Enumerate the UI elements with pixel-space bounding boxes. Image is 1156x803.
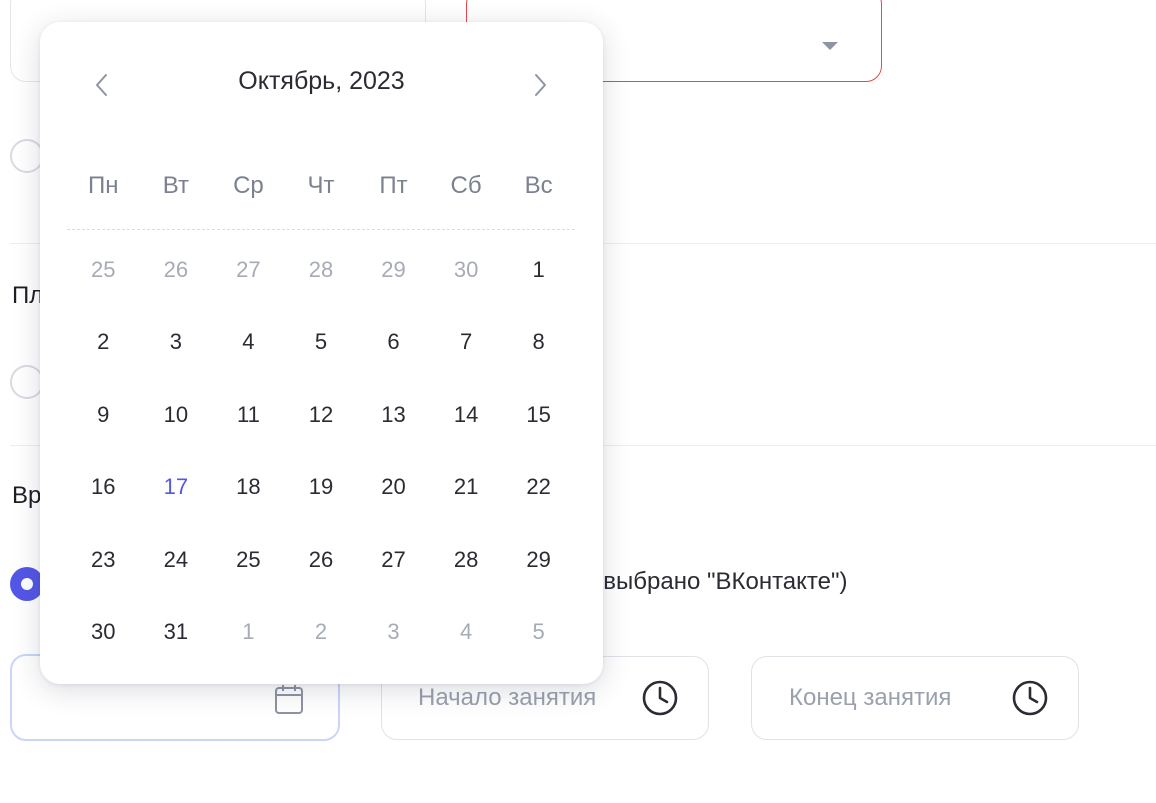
calendar-week: 23 24 25 26 27 28 29: [67, 540, 575, 612]
calendar-week: 25 26 27 28 29 30 1: [67, 250, 575, 322]
calendar-week: 9 10 11 12 13 14 15: [67, 395, 575, 467]
calendar-day[interactable]: 23: [67, 540, 140, 612]
calendar-month-title: Октябрь, 2023: [238, 67, 405, 95]
calendar-day[interactable]: 28: [430, 540, 503, 612]
calendar-day[interactable]: 26: [285, 540, 358, 612]
calendar-day[interactable]: 1: [502, 250, 575, 322]
calendar-day-outside[interactable]: 25: [67, 250, 140, 322]
weekday-label: Ср: [233, 172, 264, 199]
calendar-icon[interactable]: [274, 683, 304, 715]
calendar-day[interactable]: 5: [285, 322, 358, 394]
weekday-label: Пн: [88, 172, 119, 199]
calendar-day[interactable]: 12: [285, 395, 358, 467]
calendar-day[interactable]: 7: [430, 322, 503, 394]
start-time-placeholder: Начало занятия: [418, 684, 597, 711]
calendar-day-outside[interactable]: 4: [430, 612, 503, 684]
weekday-header: Пн Вт Ср Чт Пт Сб Вс: [67, 172, 575, 200]
weekday-label: Чт: [307, 172, 335, 199]
calendar-days-grid: 25 26 27 28 29 30 1 2 3 4 5 6 7 8 9 10 1…: [67, 250, 575, 684]
weekday-label: Вт: [162, 172, 189, 199]
calendar-day[interactable]: 4: [212, 322, 285, 394]
calendar-day[interactable]: 8: [502, 322, 575, 394]
calendar-day[interactable]: 19: [285, 467, 358, 539]
calendar-day[interactable]: 10: [140, 395, 213, 467]
calendar-day[interactable]: 9: [67, 395, 140, 467]
calendar-day[interactable]: 16: [67, 467, 140, 539]
weekday-label: Вс: [524, 172, 553, 199]
calendar-day-outside[interactable]: 1: [212, 612, 285, 684]
next-month-button[interactable]: [525, 70, 555, 100]
calendar-day[interactable]: 15: [502, 395, 575, 467]
clock-icon: [1012, 680, 1048, 716]
calendar-week: 2 3 4 5 6 7 8: [67, 322, 575, 394]
calendar-day[interactable]: 27: [357, 540, 430, 612]
calendar-day[interactable]: 22: [502, 467, 575, 539]
radio-option-1[interactable]: [10, 139, 44, 173]
calendar-day[interactable]: 29: [502, 540, 575, 612]
calendar-day[interactable]: 14: [430, 395, 503, 467]
calendar-day-outside[interactable]: 28: [285, 250, 358, 322]
calendar-day-outside[interactable]: 5: [502, 612, 575, 684]
chevron-right-icon: [535, 74, 546, 96]
calendar-day[interactable]: 20: [357, 467, 430, 539]
end-time-placeholder: Конец занятия: [789, 684, 952, 711]
weekday-label: Пт: [379, 172, 408, 199]
calendar-week: 30 31 1 2 3 4 5: [67, 612, 575, 684]
calendar-day[interactable]: 3: [140, 322, 213, 394]
calendar-week: 16 17 18 19 20 21 22: [67, 467, 575, 539]
clock-icon: [642, 680, 678, 716]
calendar-day[interactable]: 2: [67, 322, 140, 394]
section-platform-label: Пл: [12, 282, 44, 309]
calendar-day[interactable]: 21: [430, 467, 503, 539]
weekday-divider: [67, 229, 575, 230]
lesson-form-page: Пл Вр сли платформой выбрано "ВКонтакте"…: [0, 0, 1156, 803]
calendar-day[interactable]: 24: [140, 540, 213, 612]
calendar-day-outside[interactable]: 3: [357, 612, 430, 684]
calendar-day[interactable]: 31: [140, 612, 213, 684]
calendar-day-outside[interactable]: 29: [357, 250, 430, 322]
calendar-day[interactable]: 13: [357, 395, 430, 467]
calendar-day[interactable]: 11: [212, 395, 285, 467]
calendar-day[interactable]: 18: [212, 467, 285, 539]
calendar-day-outside[interactable]: 26: [140, 250, 213, 322]
date-picker-popup: Октябрь, 2023 Пн Вт Ср Чт Пт Сб Вс 25 26…: [40, 22, 603, 684]
end-time-field[interactable]: Конец занятия: [751, 656, 1079, 740]
calendar-day-outside[interactable]: 30: [430, 250, 503, 322]
radio-selected[interactable]: [10, 567, 44, 601]
calendar-day-today[interactable]: 17: [140, 467, 213, 539]
calendar-day[interactable]: 6: [357, 322, 430, 394]
radio-platform-option[interactable]: [10, 365, 44, 399]
calendar-day-outside[interactable]: 27: [212, 250, 285, 322]
caret-down-icon[interactable]: [822, 42, 838, 50]
calendar-day-outside[interactable]: 2: [285, 612, 358, 684]
calendar-day[interactable]: 25: [212, 540, 285, 612]
calendar-day[interactable]: 30: [67, 612, 140, 684]
section-time-label: Вр: [12, 482, 42, 509]
weekday-label: Сб: [450, 172, 482, 199]
